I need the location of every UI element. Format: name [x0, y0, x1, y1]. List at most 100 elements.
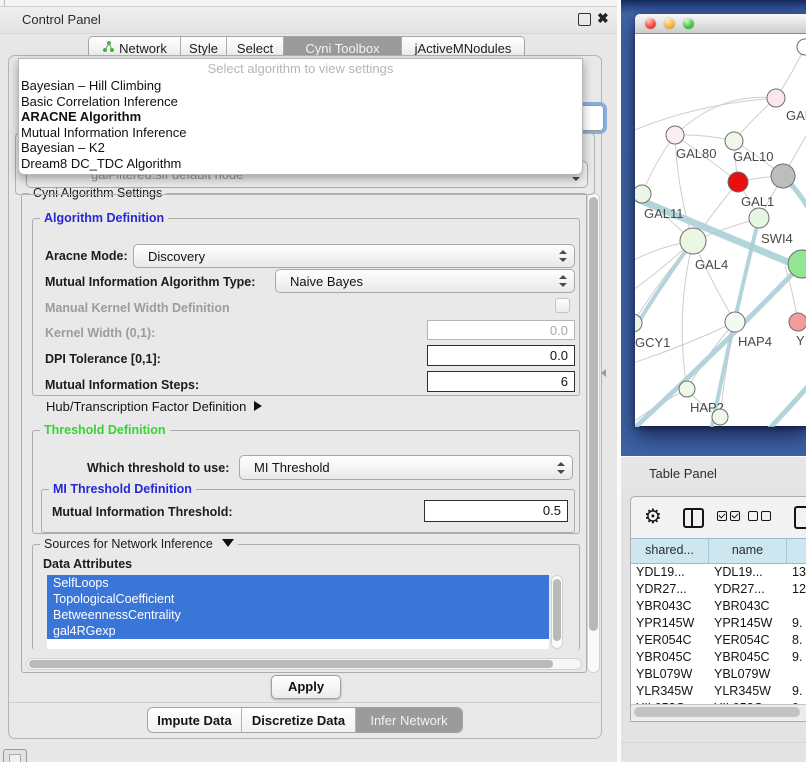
network-node-gal[interactable]	[767, 89, 785, 107]
table-cell: YPR145W	[709, 615, 787, 632]
network-node-swi4[interactable]	[749, 208, 769, 228]
network-node[interactable]	[797, 39, 806, 55]
column-header[interactable]: name	[709, 539, 787, 563]
kernel-width-field[interactable]: 0.0	[427, 320, 575, 340]
node-label: GAL4	[695, 257, 728, 272]
network-desktop: GALGAL80GAL10GAL1GAL11SWI4GAL4GCY1HAP4YH…	[621, 0, 806, 456]
network-edge[interactable]	[693, 241, 735, 322]
which-threshold-value: MI Threshold	[254, 460, 330, 475]
settings-gear-icon[interactable]: ⚙	[644, 504, 662, 528]
table-cell: YBR045C	[709, 649, 787, 666]
mac-zoom-icon[interactable]	[683, 18, 694, 29]
network-view-window[interactable]: GALGAL80GAL10GAL1GAL11SWI4GAL4GCY1HAP4YH…	[635, 14, 806, 426]
close-icon[interactable]: ✖	[597, 10, 609, 27]
which-threshold-combo[interactable]: MI Threshold	[239, 455, 573, 480]
select-all-icon[interactable]	[717, 511, 740, 521]
table-cell: YBR043C	[709, 598, 787, 615]
mi-threshold-field[interactable]: 0.5	[424, 500, 568, 522]
data-attribute-item[interactable]: TopologicalCoefficient	[47, 591, 549, 607]
mi-algorithm-type-label: Mutual Information Algorithm Type:	[45, 275, 255, 289]
network-node-gal80[interactable]	[666, 126, 684, 144]
table-row[interactable]: YBL079WYBL079W	[631, 666, 806, 683]
algorithm-option[interactable]: Bayesian – K2	[21, 140, 580, 156]
mi-steps-field[interactable]: 6	[427, 371, 575, 392]
divider	[9, 702, 599, 703]
mi-algorithm-type-combo[interactable]: Naive Bayes	[275, 269, 575, 293]
cyni-algorithm-settings-group: Cyni Algorithm Settings Algorithm Defini…	[21, 193, 587, 673]
minimized-panel-icon[interactable]	[3, 749, 27, 762]
column-layout-icon[interactable]	[683, 508, 704, 528]
network-edge[interactable]	[682, 241, 693, 389]
network-node-gal1[interactable]	[728, 172, 748, 192]
table-row[interactable]: YPR145WYPR145W9.	[631, 615, 806, 632]
table-horizontal-scrollbar[interactable]	[631, 704, 806, 720]
node-label: HAP4	[738, 334, 772, 349]
aracne-mode-combo[interactable]: Discovery	[133, 244, 575, 268]
data-attribute-item[interactable]: gal4RGexp	[47, 623, 549, 639]
network-node-gal11[interactable]	[635, 185, 651, 203]
table-row[interactable]: YDL19...YDL19...13	[631, 564, 806, 581]
float-window-icon[interactable]	[578, 13, 591, 26]
algorithm-option[interactable]: ARACNE Algorithm	[21, 109, 580, 125]
table-row[interactable]: YER054CYER054C8.	[631, 632, 806, 649]
table-row[interactable]: YBR045CYBR045C9.	[631, 649, 806, 666]
function-builder-icon[interactable]	[794, 506, 806, 529]
apply-button[interactable]: Apply	[271, 675, 341, 699]
algorithm-option[interactable]: Basic Correlation Inference	[21, 94, 580, 110]
network-node-gal4[interactable]	[680, 228, 706, 254]
algorithm-option[interactable]: Dream8 DC_TDC Algorithm	[21, 156, 580, 172]
network-window-titlebar[interactable]	[635, 14, 806, 34]
data-attributes-list[interactable]: SelfLoopsTopologicalCoefficientBetweenne…	[47, 575, 549, 649]
algorithm-definition-title: Algorithm Definition	[40, 211, 168, 225]
network-node-y[interactable]	[789, 313, 806, 331]
table-cell: YDR27...	[709, 581, 787, 598]
mi-threshold-definition-group: MI Threshold Definition Mutual Informati…	[41, 489, 575, 533]
settings-vertical-scrollbar[interactable]	[587, 193, 600, 673]
table-panel: ⚙ shared...nameA YDL19...YDL19...13YDR27…	[621, 489, 806, 762]
network-edge[interactable]	[675, 97, 776, 135]
network-node[interactable]	[771, 164, 795, 188]
network-graph[interactable]: GALGAL80GAL10GAL1GAL11SWI4GAL4GCY1HAP4YH…	[635, 34, 806, 427]
divider	[621, 742, 806, 743]
node-label: GAL1	[741, 194, 774, 209]
table-cell: YDL19...	[631, 564, 709, 581]
column-header[interactable]: A	[787, 539, 806, 563]
aracne-mode-value: Discovery	[148, 249, 205, 264]
network-tab-icon	[102, 40, 115, 56]
collapsed-arrow-icon	[254, 401, 262, 411]
bottom-tab-infer-network[interactable]: Infer Network	[356, 708, 462, 732]
attributes-vertical-scrollbar[interactable]	[551, 575, 563, 649]
table-cell: 9.	[787, 683, 806, 700]
hub-definition-toggle[interactable]: Hub/Transcription Factor Definition	[46, 399, 262, 414]
dpi-tolerance-field[interactable]: 0.0	[427, 345, 575, 366]
settings-horizontal-scrollbar[interactable]	[26, 658, 582, 670]
network-edge[interactable]	[642, 135, 675, 194]
table-row[interactable]: YDR27...YDR27...12	[631, 581, 806, 598]
bottom-tab-impute-data[interactable]: Impute Data	[148, 708, 242, 732]
data-attribute-item[interactable]: SelfLoops	[47, 575, 549, 591]
control-panel-title: Control Panel	[22, 12, 101, 27]
table-row[interactable]: YLR345WYLR345W9.	[631, 683, 806, 700]
network-edge[interactable]	[635, 98, 776, 132]
tab-label: Select	[237, 41, 273, 56]
algorithm-option[interactable]: Mutual Information Inference	[21, 125, 580, 141]
network-node-gal10[interactable]	[725, 132, 743, 150]
column-header[interactable]: shared...	[631, 539, 709, 563]
mac-close-icon[interactable]	[645, 18, 656, 29]
sources-group-title[interactable]: Sources for Network Inference	[40, 537, 238, 551]
algorithm-option[interactable]: Bayesian – Hill Climbing	[21, 78, 580, 94]
deselect-all-icon[interactable]	[748, 511, 771, 521]
mac-minimize-icon[interactable]	[664, 18, 675, 29]
network-node-hap4[interactable]	[725, 312, 745, 332]
table-cell: 9.	[787, 649, 806, 666]
network-node[interactable]	[712, 409, 728, 425]
splitter-collapse-arrow[interactable]	[601, 369, 606, 377]
table-cell: YDR27...	[631, 581, 709, 598]
manual-kernel-width-checkbox[interactable]	[555, 298, 570, 313]
node-label: Y	[796, 333, 805, 348]
network-edge-thick[interactable]	[738, 384, 806, 427]
table-row[interactable]: YBR043CYBR043C	[631, 598, 806, 615]
bottom-tab-discretize-data[interactable]: Discretize Data	[242, 708, 356, 732]
network-node-hap2[interactable]	[679, 381, 695, 397]
data-attribute-item[interactable]: BetweennessCentrality	[47, 607, 549, 623]
